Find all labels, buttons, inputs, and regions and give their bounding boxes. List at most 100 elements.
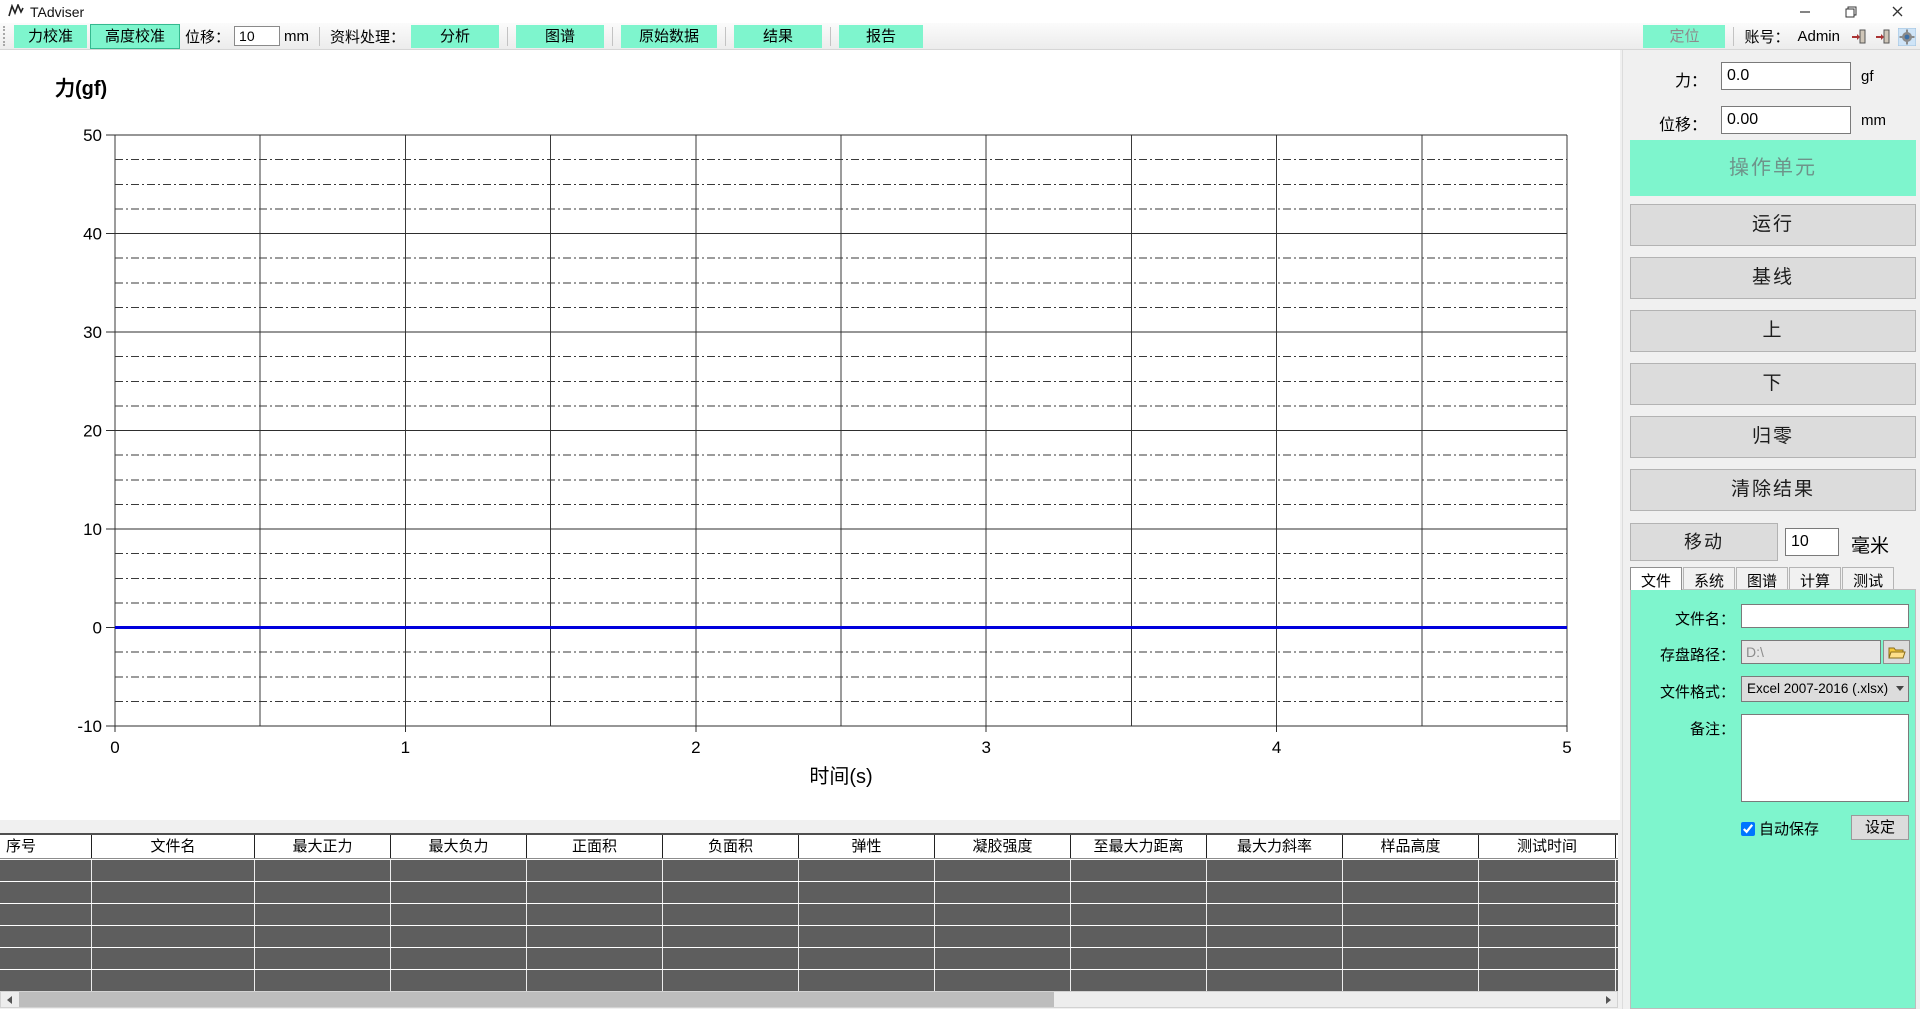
move-button[interactable]: 移动 <box>1630 523 1778 561</box>
table-cell <box>1479 948 1616 969</box>
svg-text:力(gf): 力(gf) <box>55 77 107 100</box>
table-row[interactable] <box>0 860 1618 881</box>
tab-calculate[interactable]: 计算 <box>1789 567 1841 590</box>
table-cell <box>527 882 663 903</box>
analysis-button[interactable]: 分析 <box>411 25 499 48</box>
table-header-cell: 负面积 <box>663 835 799 858</box>
table-row[interactable] <box>0 970 1618 991</box>
displacement-input[interactable] <box>234 26 280 46</box>
graph-button[interactable]: 图谱 <box>516 25 604 48</box>
table-row[interactable] <box>0 948 1618 969</box>
table-cell <box>255 860 391 881</box>
tab-system[interactable]: 系统 <box>1683 567 1735 590</box>
displacement-readout-label: 位移： <box>1623 111 1707 135</box>
table-cell <box>0 948 92 969</box>
settings-gear-icon[interactable] <box>1898 28 1916 46</box>
logout-icon[interactable] <box>1874 28 1892 46</box>
minimize-button[interactable] <box>1782 0 1828 23</box>
table-row[interactable] <box>0 926 1618 947</box>
tab-file[interactable]: 文件 <box>1630 567 1682 590</box>
table-header-cell: 测试时间 <box>1479 835 1616 858</box>
autosave-checkbox-row[interactable]: 自动保存 <box>1741 818 1819 839</box>
table-cell <box>1207 860 1343 881</box>
height-calibration-button[interactable]: 高度校准 <box>91 25 179 48</box>
table-cell <box>1343 904 1479 925</box>
report-button[interactable]: 报告 <box>839 25 923 48</box>
file-format-label: 文件格式： <box>1631 681 1735 702</box>
table-cell <box>92 970 255 991</box>
table-cell <box>1479 860 1616 881</box>
table-cell <box>391 904 527 925</box>
scrollbar-thumb[interactable] <box>19 992 1054 1007</box>
results-button[interactable]: 结果 <box>734 25 822 48</box>
note-textarea[interactable] <box>1741 714 1909 802</box>
horizontal-scrollbar[interactable] <box>0 991 1618 1008</box>
table-cell <box>1343 860 1479 881</box>
filename-label: 文件名： <box>1631 608 1735 629</box>
table-cell <box>1207 970 1343 991</box>
run-button[interactable]: 运行 <box>1630 204 1916 246</box>
table-cell <box>1207 948 1343 969</box>
tab-test[interactable]: 测试 <box>1842 567 1894 590</box>
toolbar-separator <box>319 27 320 46</box>
autosave-checkbox[interactable] <box>1741 822 1755 836</box>
table-cell <box>1071 882 1207 903</box>
table-cell <box>1343 926 1479 947</box>
table-row[interactable] <box>0 904 1618 925</box>
table-cell <box>1479 904 1616 925</box>
table-cell <box>527 970 663 991</box>
svg-text:-10: -10 <box>77 717 102 736</box>
tab-graph[interactable]: 图谱 <box>1736 567 1788 590</box>
table-row[interactable] <box>0 882 1618 903</box>
scroll-right-arrow[interactable] <box>1600 992 1617 1007</box>
locate-button[interactable]: 定位 <box>1643 25 1725 48</box>
force-calibration-button[interactable]: 力校准 <box>14 25 87 48</box>
table-cell <box>799 860 935 881</box>
displacement-unit-label: mm <box>1861 112 1886 129</box>
table-cell <box>1343 948 1479 969</box>
table-header-cell: 样品高度 <box>1343 835 1479 858</box>
file-format-select[interactable]: Excel 2007-2016 (.xlsx) <box>1741 676 1909 702</box>
set-button[interactable]: 设定 <box>1851 815 1909 840</box>
table-header-cell: 至最大力距离 <box>1071 835 1207 858</box>
up-button[interactable]: 上 <box>1630 310 1916 352</box>
table-cell <box>255 882 391 903</box>
close-button[interactable] <box>1874 0 1920 23</box>
raw-data-button[interactable]: 原始数据 <box>621 25 717 48</box>
table-cell <box>391 860 527 881</box>
table-cell <box>255 926 391 947</box>
table-cell <box>935 860 1071 881</box>
window-title: TAdviser <box>30 4 84 20</box>
restore-button[interactable] <box>1828 0 1874 23</box>
clear-results-button[interactable]: 清除结果 <box>1630 469 1916 511</box>
baseline-button[interactable]: 基线 <box>1630 257 1916 299</box>
chart-area: -1001020304050012345力(gf)时间(s) <box>0 50 1620 820</box>
table-cell <box>799 904 935 925</box>
browse-folder-button[interactable] <box>1883 640 1910 664</box>
scroll-left-arrow[interactable] <box>1 992 18 1007</box>
toolbar-grip[interactable] <box>3 26 7 46</box>
table-cell <box>92 904 255 925</box>
svg-text:0: 0 <box>93 619 102 638</box>
filename-input[interactable] <box>1741 604 1909 628</box>
move-distance-input[interactable] <box>1785 528 1839 556</box>
table-cell <box>255 970 391 991</box>
down-button[interactable]: 下 <box>1630 363 1916 405</box>
results-table-header: 序号文件名最大正力最大负力正面积负面积弹性凝胶强度至最大力距离最大力斜率样品高度… <box>0 835 1618 859</box>
table-cell <box>1071 948 1207 969</box>
file-format-value: Excel 2007-2016 (.xlsx) <box>1747 681 1888 696</box>
table-cell <box>255 904 391 925</box>
results-table: 序号文件名最大正力最大负力正面积负面积弹性凝胶强度至最大力距离最大力斜率样品高度… <box>0 833 1618 991</box>
note-label: 备注： <box>1631 718 1735 739</box>
force-readout-input[interactable] <box>1721 62 1851 90</box>
svg-text:30: 30 <box>83 323 102 342</box>
table-cell <box>1343 970 1479 991</box>
zero-button[interactable]: 归零 <box>1630 416 1916 458</box>
svg-text:5: 5 <box>1562 738 1571 757</box>
toolbar-separator <box>725 27 726 46</box>
operate-unit-button[interactable]: 操作单元 <box>1630 140 1916 196</box>
displacement-readout-input[interactable] <box>1721 106 1851 134</box>
login-icon[interactable] <box>1850 28 1868 46</box>
save-path-input[interactable] <box>1741 640 1881 664</box>
toolbar-separator <box>1733 27 1734 46</box>
